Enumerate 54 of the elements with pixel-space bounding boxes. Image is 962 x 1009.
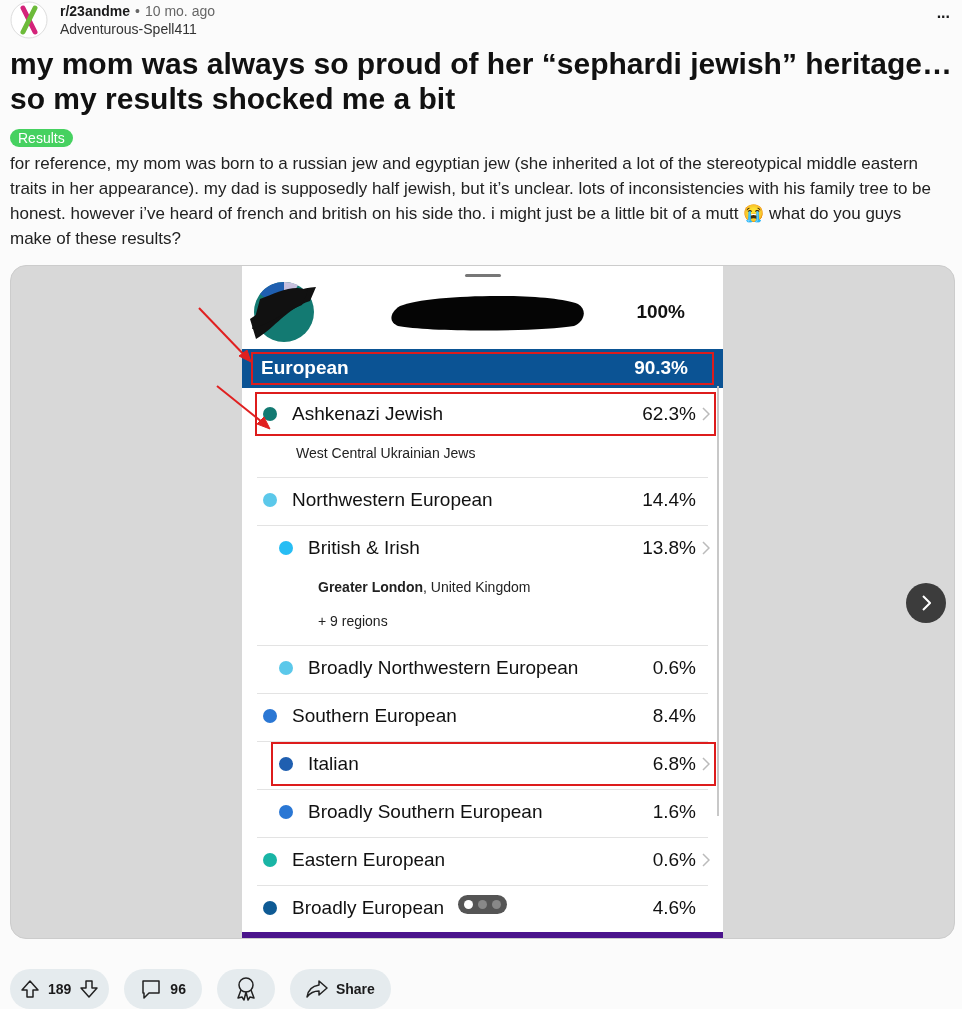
share-button[interactable]: Share (289, 969, 391, 1009)
population-name: Southern European (292, 703, 457, 728)
percentage: 62.3% (642, 401, 696, 426)
post-body: for reference, my mom was born to a russian jew and egyptian jew (she inherited a lot of the stereotypical middle eastern traits in her appearance). my dad is supposedly half jewish, but it’s unclear. lots of inconsistencies with his family tree to be honest. however i’ve heard of french and british on his side tho. i might just be a little bit of a mutt 😭 what do you guys make of these results? (9, 153, 932, 250)
percentage: 1.6% (652, 799, 696, 824)
post-title: my mom was always so proud of her “sephardi jewish” heritage… so my results shocked me a bit (9, 46, 953, 116)
percentage: 0.6% (652, 655, 696, 680)
annotation-arrow (215, 384, 273, 432)
population-name: British & Irish (308, 535, 420, 560)
total-percentage: 100% (636, 299, 685, 324)
drag-handle (464, 274, 501, 277)
ancestry-row[interactable]: Northwestern European 14.4% (255, 478, 716, 522)
percentage: 0.6% (652, 847, 696, 872)
ancestry-row[interactable]: Broadly Northwestern European 0.6% (271, 646, 716, 690)
separator-dot: • (135, 2, 140, 20)
chevron-right-icon (921, 595, 931, 611)
ancestry-row[interactable]: Broadly Southern European 1.6% (271, 790, 716, 834)
percentage: 8.4% (652, 703, 696, 728)
population-name: Ashkenazi Jewish (292, 401, 444, 426)
ancestry-row[interactable]: Italian 6.8% (271, 742, 716, 786)
comment-icon (140, 978, 163, 1000)
upvote-icon[interactable] (20, 979, 40, 999)
ancestry-row[interactable]: Southern European 8.4% (255, 694, 716, 738)
region-percentage: 90.3% (634, 356, 688, 381)
population-name: Italian (308, 751, 359, 776)
ancestry-row[interactable]: Eastern European 0.6% (255, 838, 716, 882)
population-name: Northwestern European (292, 487, 493, 512)
percentage: 6.8% (652, 751, 696, 776)
ancestry-row[interactable]: British & Irish 13.8% (271, 526, 716, 570)
region-name: European (261, 356, 349, 381)
percentage: 13.8% (642, 535, 696, 560)
population-name: Broadly European (292, 895, 445, 920)
ancestry-row[interactable]: Ashkenazi Jewish 62.3% (255, 392, 716, 436)
region-detail: Greater London, United Kingdom (318, 577, 532, 597)
percentage: 4.6% (652, 895, 696, 920)
subreddit-link[interactable]: r/23andme (60, 2, 131, 20)
award-button[interactable] (216, 969, 275, 1009)
region-detail: + 9 regions (318, 611, 389, 631)
ancestry-row[interactable]: Broadly European 4.6% (255, 886, 716, 930)
author-name[interactable]: Adventurous-Spell411 (60, 20, 215, 38)
population-name: Broadly Northwestern European (308, 655, 579, 680)
region-detail: West Central Ukrainian Jews (296, 443, 477, 463)
subreddit-avatar[interactable] (10, 1, 48, 39)
population-name: Eastern European (292, 847, 446, 872)
downvote-icon[interactable] (79, 979, 100, 999)
vote-count: 189 (48, 979, 72, 999)
more-options-button[interactable]: ... (936, 5, 950, 21)
comments-button[interactable]: 96 (124, 969, 202, 1009)
population-name: Broadly Southern European (308, 799, 543, 824)
share-icon (305, 979, 328, 999)
region-header-bar[interactable]: European 90.3% (242, 349, 723, 388)
next-image-button[interactable] (906, 583, 946, 623)
percentage: 14.4% (642, 487, 696, 512)
post-age: 10 mo. ago (144, 2, 215, 20)
